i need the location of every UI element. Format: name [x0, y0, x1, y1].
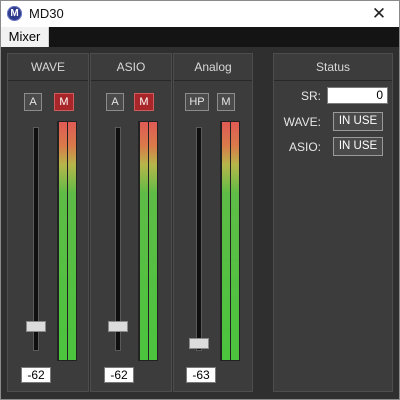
asio-level-meter — [138, 121, 158, 361]
wave-fader-thumb[interactable] — [26, 321, 46, 332]
asio-status-label: ASIO: — [288, 140, 321, 154]
mixer-window: M MD30 ✕ Mixer WAVE A M -62 ASIO A M -62… — [0, 0, 400, 400]
menu-item-mixer[interactable]: Mixer — [1, 27, 49, 47]
analog-level-meter — [220, 121, 240, 361]
asio-meter-right — [149, 122, 157, 360]
wave-fader-track[interactable] — [33, 127, 39, 351]
wave-status-label: WAVE: — [283, 115, 321, 129]
asio-status-badge: IN USE — [333, 137, 383, 156]
analog-meter-left — [222, 122, 230, 360]
status-header: Status — [274, 54, 392, 81]
asio-value-field[interactable]: -62 — [104, 367, 134, 383]
asio-fader-thumb[interactable] — [108, 321, 128, 332]
analog-fader-track[interactable] — [196, 127, 202, 351]
asio-mute-button[interactable]: M — [134, 93, 154, 111]
channel-header-asio: ASIO — [91, 54, 171, 81]
analog-hp-button[interactable]: HP — [185, 93, 209, 111]
wave-meter-right — [68, 122, 76, 360]
sr-label: SR: — [300, 89, 321, 103]
analog-value-field[interactable]: -63 — [186, 367, 216, 383]
analog-mute-button[interactable]: M — [217, 93, 235, 111]
sr-value-field[interactable]: 0 — [327, 87, 388, 104]
wave-status-badge: IN USE — [333, 112, 383, 131]
menu-bar — [1, 27, 399, 47]
asio-meter-left — [140, 122, 148, 360]
wave-a-button[interactable]: A — [24, 93, 42, 111]
wave-mute-button[interactable]: M — [54, 93, 74, 111]
wave-value-field[interactable]: -62 — [21, 367, 51, 383]
channel-header-wave: WAVE — [8, 54, 88, 81]
channel-panel-asio: ASIO — [90, 53, 172, 392]
asio-fader-track[interactable] — [115, 127, 121, 351]
window-title: MD30 — [29, 6, 64, 21]
wave-meter-left — [59, 122, 67, 360]
app-logo-icon: M — [7, 6, 22, 21]
wave-level-meter — [57, 121, 77, 361]
asio-a-button[interactable]: A — [106, 93, 124, 111]
channel-header-analog: Analog — [174, 54, 252, 81]
analog-fader-thumb[interactable] — [189, 338, 209, 349]
close-button[interactable]: ✕ — [367, 2, 391, 26]
analog-meter-right — [231, 122, 239, 360]
